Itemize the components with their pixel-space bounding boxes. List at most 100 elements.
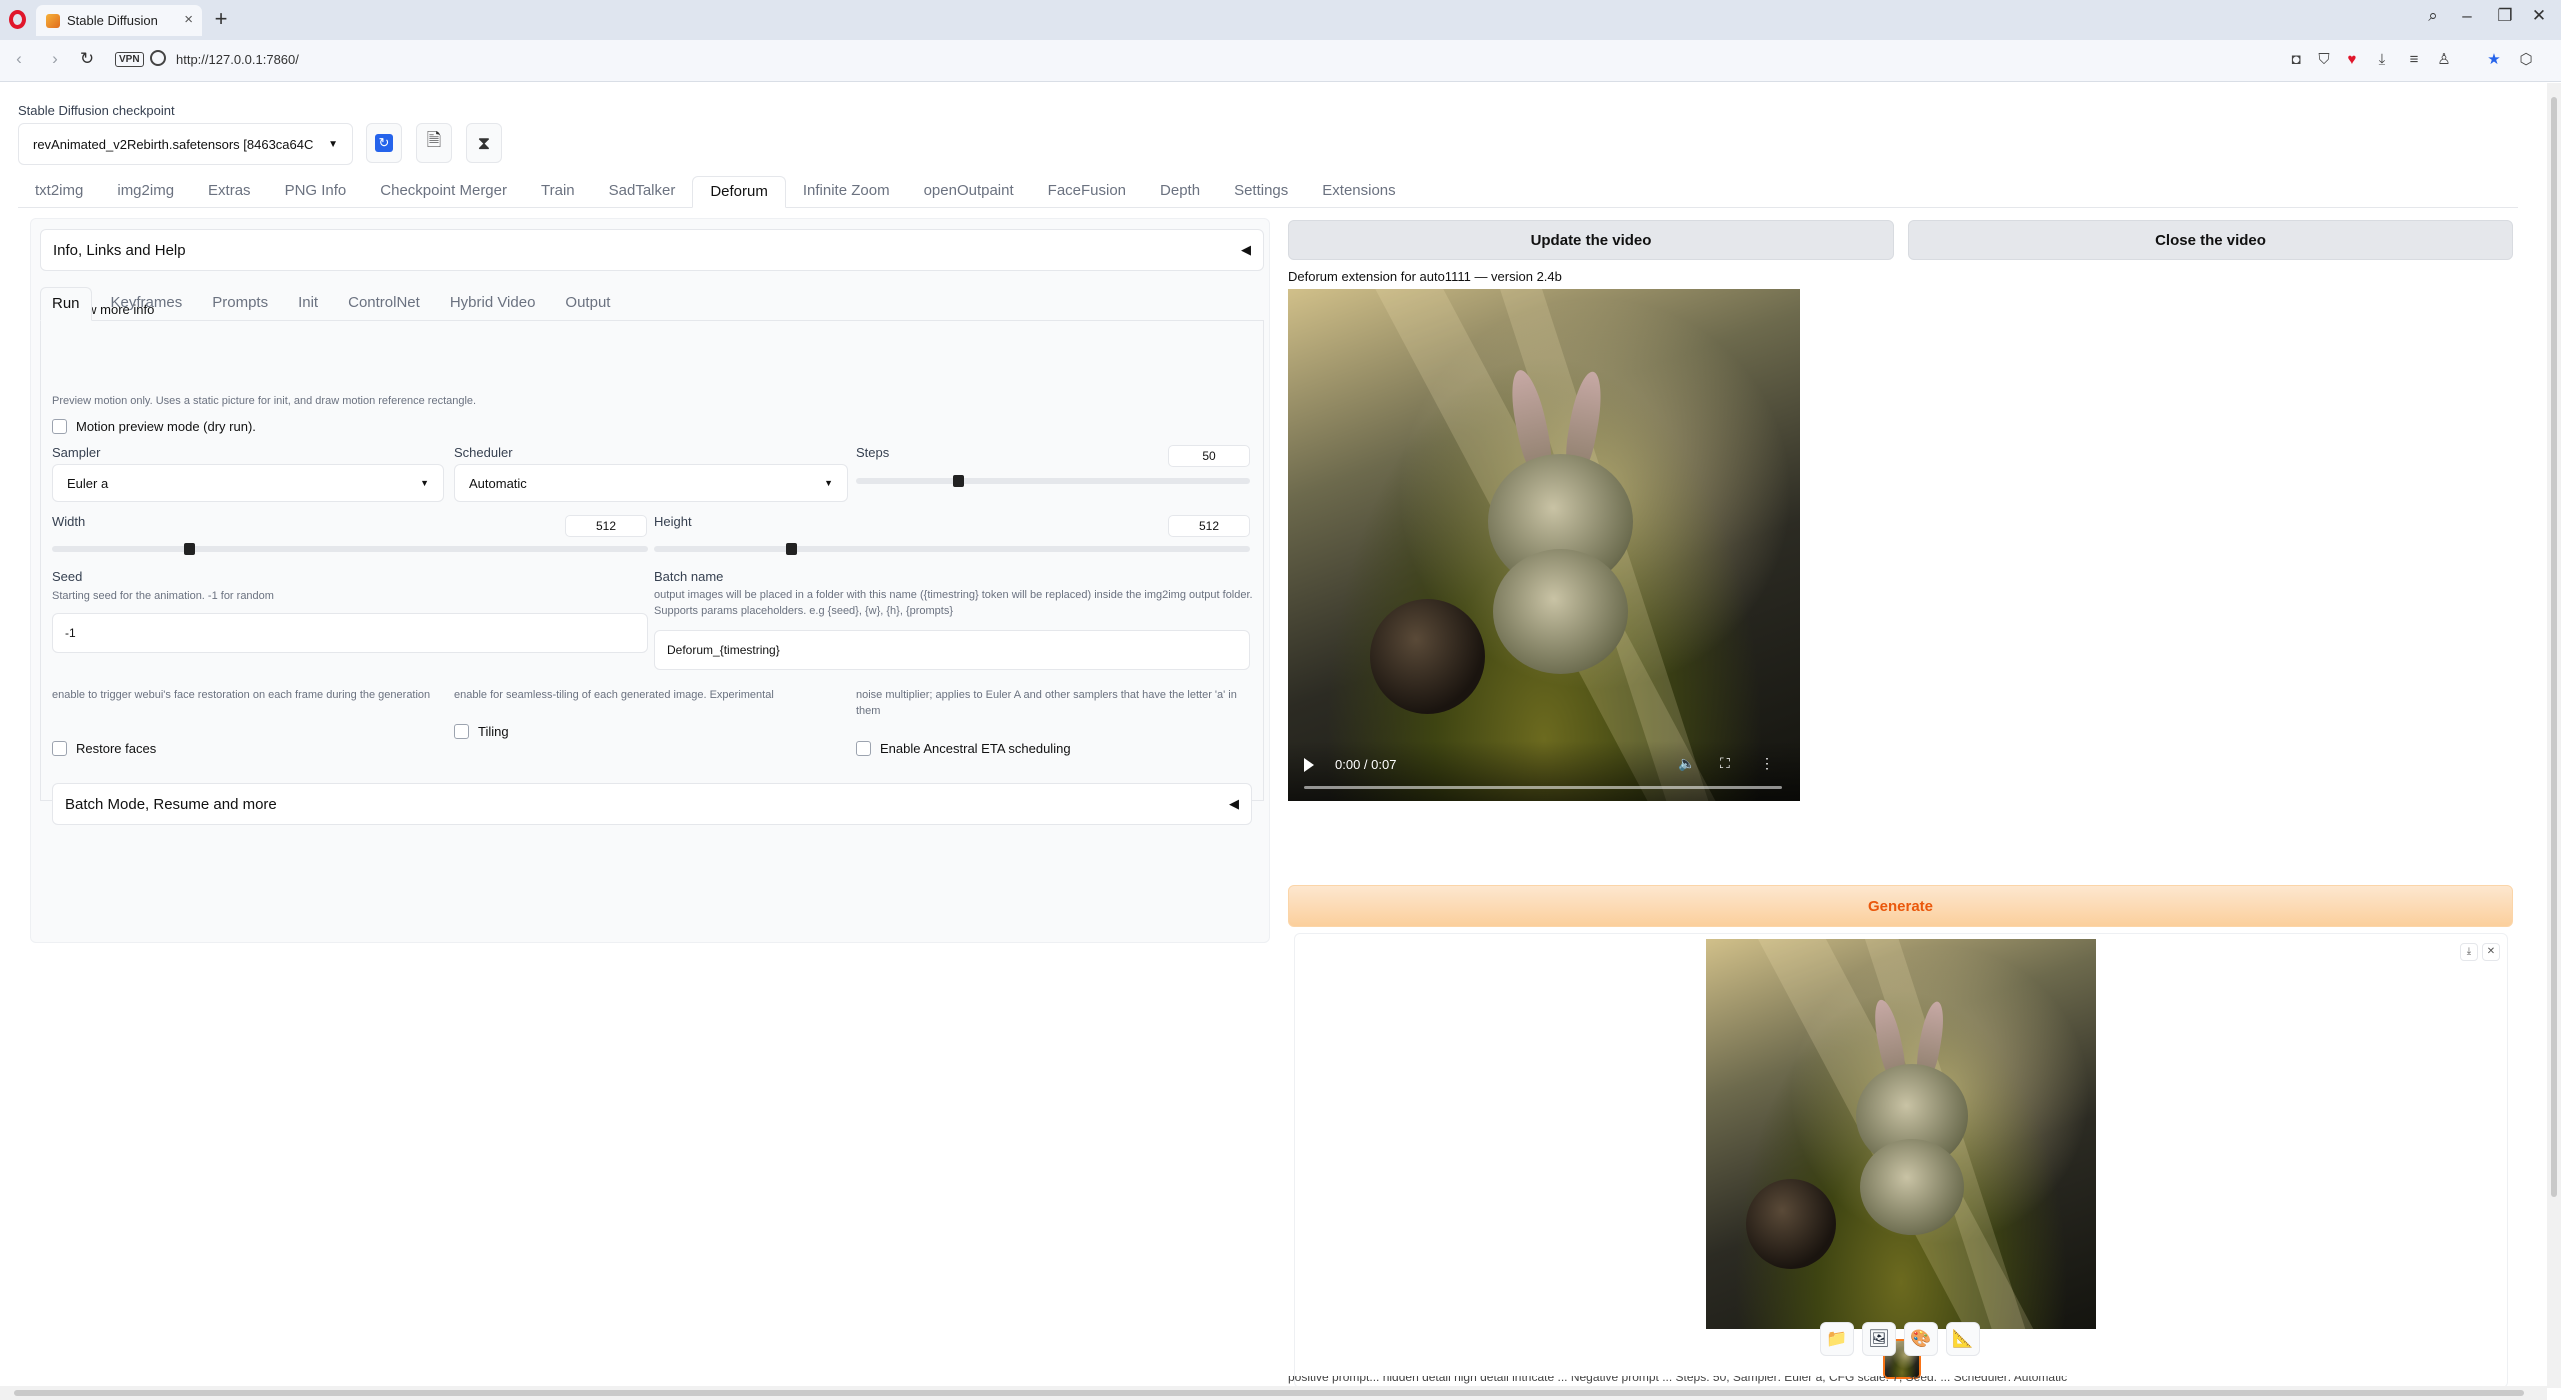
refresh-checkpoints-button[interactable]: ↻ [366,123,402,163]
browser-tab[interactable]: Stable Diffusion × [36,5,202,36]
tab-extras[interactable]: Extras [191,176,268,208]
palette-icon[interactable]: 🎨 [1904,1322,1938,1356]
seed-label: Seed [52,569,83,584]
tab-txt2img[interactable]: txt2img [18,176,100,208]
deforum-version-text: Deforum extension for auto1111 — version… [1288,269,1562,284]
menu-icon[interactable]: ≡ [2404,50,2424,70]
show-extra-networks-button[interactable]: 🗎 [416,123,452,163]
restore-faces-label: Restore faces [76,741,157,756]
width-slider-thumb[interactable] [184,543,196,555]
subtab-hybrid-video[interactable]: Hybrid Video [439,287,547,321]
download-icon[interactable]: ⤓ [2372,50,2392,70]
tab-close-icon[interactable]: × [184,11,193,28]
minimize-button[interactable]: – [2454,6,2480,26]
motion-preview-checkbox[interactable] [52,419,67,434]
close-icon[interactable]: ✕ [2482,943,2500,961]
more-options-icon[interactable]: ⋮ [1760,755,1774,772]
width-slider[interactable] [52,543,648,555]
tab-facefusion[interactable]: FaceFusion [1031,176,1143,208]
search-tabs-icon[interactable]: ⌕ [2420,6,2446,26]
steps-slider-thumb[interactable] [953,475,965,487]
batch-mode-accordion[interactable]: Batch Mode, Resume and more ◀ [52,783,1252,825]
volume-icon[interactable]: 🔈 [1678,755,1695,772]
ancestral-eta-toggle[interactable]: Enable Ancestral ETA scheduling [856,741,1071,756]
checkpoint-dropdown[interactable]: revAnimated_v2Rebirth.safetensors [8463c… [18,123,353,165]
subtab-output[interactable]: Output [554,287,621,321]
generate-button[interactable]: Generate [1288,885,2513,927]
profile-icon[interactable]: ♙ [2434,50,2454,70]
tab-infinite-zoom[interactable]: Infinite Zoom [786,176,907,208]
tab-openoutpaint[interactable]: openOutpaint [907,176,1031,208]
tiling-hint: enable for seamless-tiling of each gener… [454,689,774,701]
checkpoint-label: Stable Diffusion checkpoint [18,103,175,118]
shield-icon[interactable]: ⛉ [2314,50,2334,70]
tab-checkpoint-merger[interactable]: Checkpoint Merger [363,176,524,208]
tab-extensions[interactable]: Extensions [1305,176,1412,208]
heart-icon[interactable]: ♥ [2342,50,2362,70]
browser-tab-title: Stable Diffusion [67,13,158,28]
folder-icon[interactable]: 📁 [1820,1322,1854,1356]
height-number-input[interactable]: 512 [1168,515,1250,537]
subtab-init[interactable]: Init [287,287,329,321]
ancestral-eta-checkbox[interactable] [856,741,871,756]
height-slider-thumb[interactable] [786,543,798,555]
height-slider[interactable] [654,543,1250,555]
tiling-checkbox[interactable] [454,724,469,739]
width-number-input[interactable]: 512 [565,515,647,537]
info-links-help-accordion[interactable]: Info, Links and Help ◀ [40,229,1264,271]
back-icon[interactable]: ‹ [8,49,30,69]
reload-icon[interactable]: ↻ [76,49,98,69]
sampler-dropdown[interactable]: Euler a ▼ [52,464,444,502]
motion-preview-toggle[interactable]: Motion preview mode (dry run). [52,419,256,434]
stable-diffusion-favicon-icon [46,13,60,28]
scrollbar-thumb[interactable] [2551,97,2557,1197]
restore-button[interactable]: ❐ [2492,6,2518,26]
close-window-button[interactable]: ✕ [2526,6,2552,26]
vpn-badge[interactable]: VPN [115,52,144,67]
steps-slider[interactable] [856,475,1250,487]
tab-sadtalker[interactable]: SadTalker [592,176,693,208]
download-icon[interactable]: ⤓ [2460,943,2478,961]
tab-img2img[interactable]: img2img [100,176,191,208]
generation-info-text: positive prompt... hidden detail high de… [1288,1376,2528,1386]
camera-icon[interactable]: ◘ [2286,50,2306,70]
horizontal-scrollbar[interactable] [0,1386,2547,1400]
steps-number-input[interactable]: 50 [1168,445,1250,467]
opera-logo-icon[interactable] [9,10,26,29]
batch-name-input[interactable]: Deforum_{timestring} [654,630,1250,670]
subtab-prompts[interactable]: Prompts [201,287,279,321]
tab-train[interactable]: Train [524,176,592,208]
url-field[interactable]: http://127.0.0.1:7860/ [176,52,299,67]
bunny-body [1493,549,1628,674]
tab-png-info[interactable]: PNG Info [268,176,364,208]
play-icon[interactable] [1304,758,1314,772]
tab-settings[interactable]: Settings [1217,176,1305,208]
chevron-down-icon: ▼ [420,478,429,488]
scrollbar-thumb[interactable] [14,1390,2524,1396]
video-progress-bar[interactable] [1304,786,1782,789]
cube-icon[interactable]: ⬡ [2516,50,2536,70]
new-tab-button[interactable]: + [210,6,232,32]
subtab-run[interactable]: Run [40,287,92,321]
generated-image[interactable] [1706,939,2096,1329]
subtab-keyframes[interactable]: Keyframes [100,287,194,321]
update-video-button[interactable]: Update the video [1288,220,1894,260]
star-icon[interactable]: ★ [2484,50,2504,70]
image-icon[interactable]: 🖼 [1862,1322,1896,1356]
restore-faces-checkbox[interactable] [52,741,67,756]
restore-faces-toggle[interactable]: Restore faces [52,741,156,756]
video-player[interactable]: 0:00 / 0:07 🔈 ⛶ ⋮ [1288,289,1800,801]
tab-depth[interactable]: Depth [1143,176,1217,208]
ruler-icon[interactable]: 📐 [1946,1322,1980,1356]
forward-icon[interactable]: › [44,49,66,69]
vertical-scrollbar[interactable] [2547,83,2561,1388]
width-label: Width [52,514,86,529]
scheduler-dropdown[interactable]: Automatic ▼ [454,464,848,502]
subtab-controlnet[interactable]: ControlNet [337,287,431,321]
fullscreen-icon[interactable]: ⛶ [1720,755,1730,772]
pin-button[interactable]: ⧗ [466,123,502,163]
tab-deforum[interactable]: Deforum [692,176,786,208]
tiling-toggle[interactable]: Tiling [454,724,509,739]
seed-input[interactable]: -1 [52,613,648,653]
close-video-button[interactable]: Close the video [1908,220,2513,260]
